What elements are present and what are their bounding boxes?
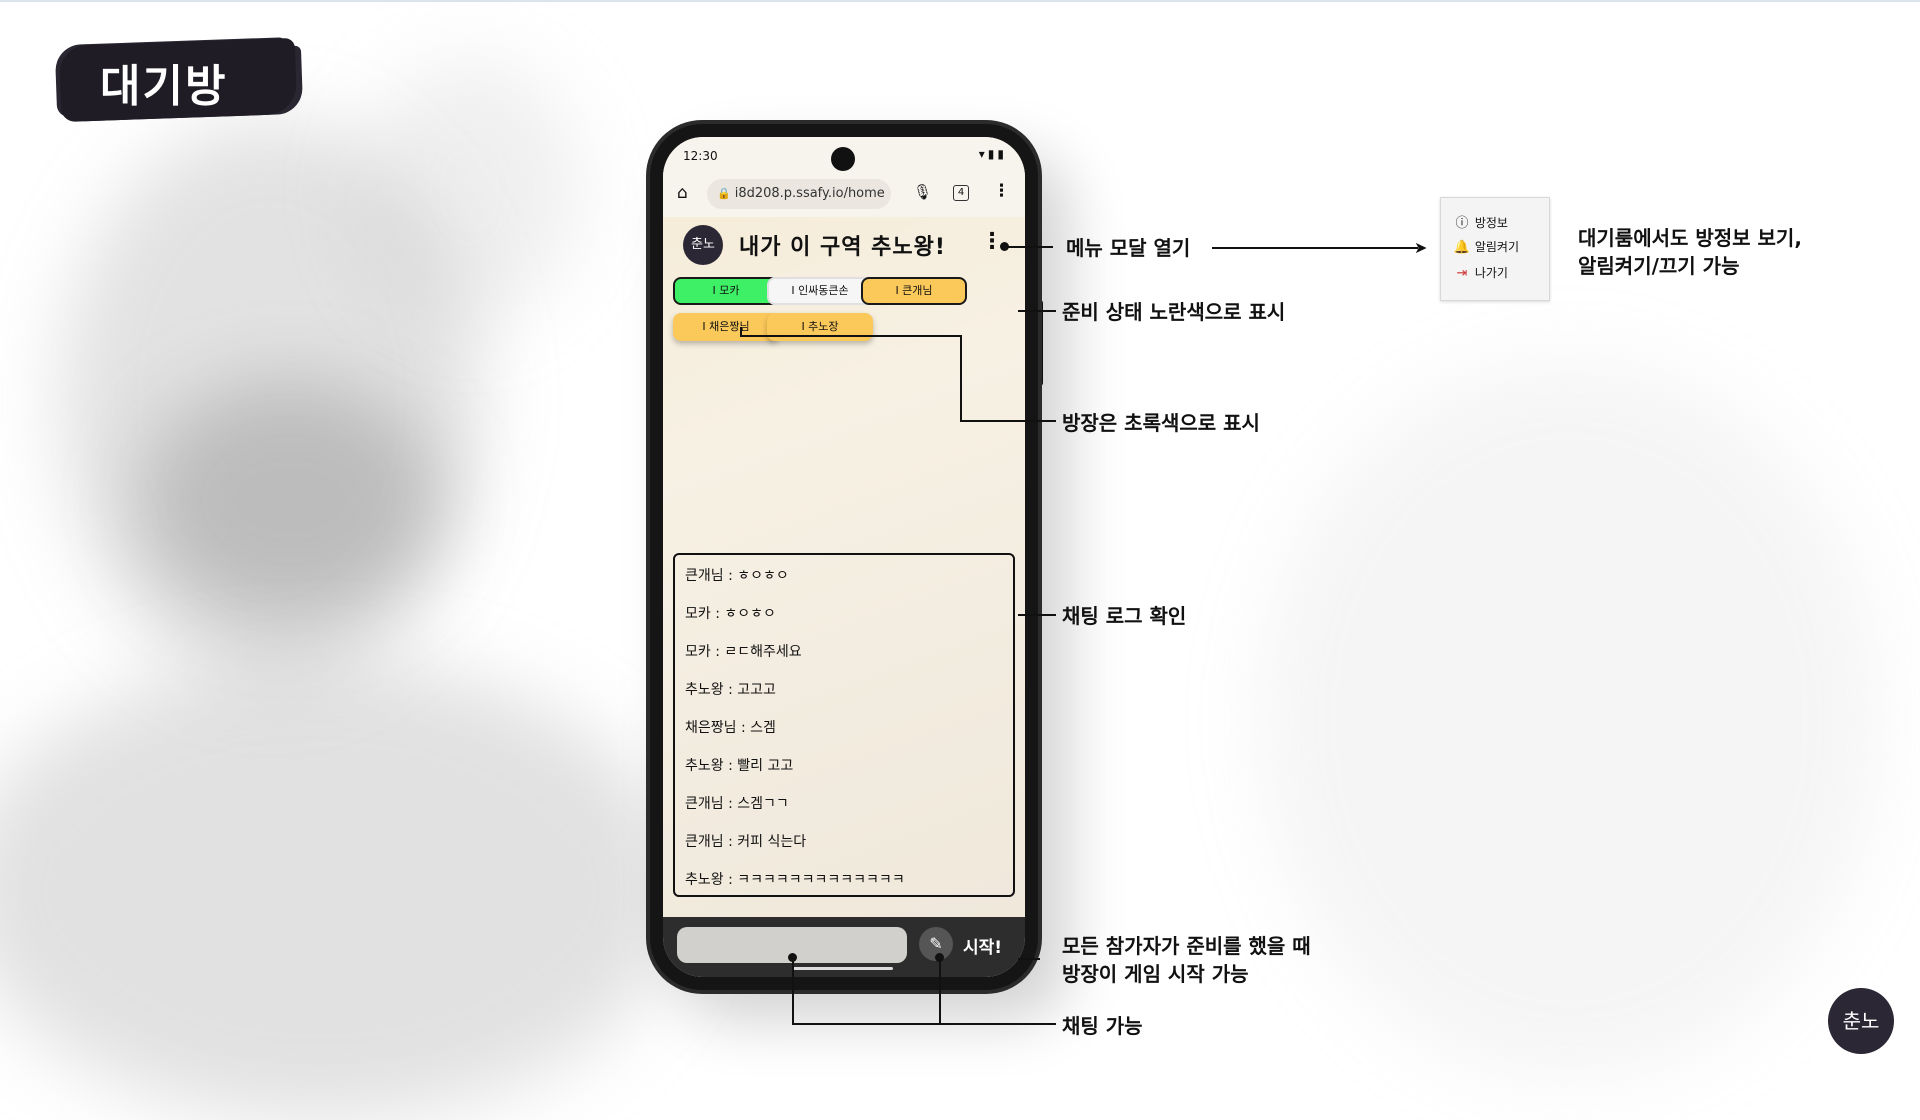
menu-modal-preview: ⓘ 방정보 🔔 알림켜기 ⇥ 나가기	[1440, 197, 1550, 301]
page-title: 대기방	[100, 61, 228, 112]
callout-arrow-line	[1212, 247, 1418, 249]
menu-icon[interactable]: ⋮	[981, 227, 1003, 257]
player-slot-host: I 모카	[673, 277, 779, 305]
lock-icon: 🔒	[717, 187, 731, 200]
microphone-icon[interactable]: 🎙	[913, 183, 932, 201]
annotation-ready: 준비 상태 노란색으로 표시	[1062, 300, 1286, 324]
ink-smoke	[140, 380, 440, 620]
url-field[interactable]: 🔒 i8d208.p.ssafy.io/home	[707, 179, 891, 209]
menu-item-label: 알림켜기	[1474, 240, 1519, 254]
info-icon: ⓘ	[1455, 216, 1469, 231]
menu-item-room-info[interactable]: ⓘ 방정보	[1453, 212, 1508, 231]
tab-count-button[interactable]: 4	[953, 185, 969, 201]
chat-message: 큰개님 : 커피 식는다	[685, 834, 807, 850]
chat-message: 큰개님 : ㅎㅇㅎㅇ	[685, 568, 789, 584]
callout-line	[792, 1023, 1056, 1025]
annotation-host: 방장은 초록색으로 표시	[1062, 411, 1260, 435]
callout-line	[1018, 614, 1056, 616]
callout-line	[960, 420, 1056, 422]
callout-line	[792, 958, 794, 1024]
waiting-room: 춘노 내가 이 구역 추노왕! ⋮ I 모카 I 인싸동큰손 I 큰개님 I 채…	[663, 217, 1025, 917]
callout-line	[1018, 310, 1056, 312]
chat-message: 채은짱님 : 스겜	[685, 720, 776, 736]
phone-screen: 12:30 ▾▮▮ ⌂ 🔒 i8d208.p.ssafy.io/home 🎙 4 …	[663, 137, 1025, 977]
ink-smoke	[360, 60, 580, 320]
menu-item-notifications[interactable]: 🔔 알림켜기	[1453, 238, 1519, 255]
start-button[interactable]: 시작!	[963, 933, 1002, 958]
annotation-start: 방장이 게임 시작 가능	[1062, 962, 1249, 986]
home-indicator	[793, 967, 893, 970]
callout-line	[1005, 246, 1053, 248]
browser-more-icon[interactable]: ⋮	[993, 181, 1010, 201]
url-text: i8d208.p.ssafy.io/home	[734, 186, 885, 201]
chat-message: 큰개님 : 스겜ㄱㄱ	[685, 796, 789, 812]
status-icons: ▾▮▮	[978, 147, 1007, 161]
menu-item-label: 나가기	[1474, 266, 1508, 280]
menu-item-leave[interactable]: ⇥ 나가기	[1453, 264, 1508, 281]
arrow-right-icon: ➤	[1414, 238, 1428, 257]
room-title: 내가 이 구역 추노왕!	[739, 235, 946, 260]
status-time: 12:30	[683, 149, 718, 163]
annotation-start: 모든 참가자가 준비를 했을 때	[1062, 934, 1311, 958]
exit-icon: ⇥	[1456, 266, 1468, 281]
annotation-chat: 채팅 가능	[1062, 1014, 1143, 1038]
chat-message: 추노왕 : 고고고	[685, 682, 776, 698]
player-slot-ready: I 큰개님	[861, 277, 967, 305]
brand-logo: 춘노	[1828, 988, 1894, 1054]
menu-item-label: 방정보	[1474, 216, 1508, 230]
callout-line	[939, 958, 941, 1024]
annotation-menu-desc: 알림켜기/끄기 가능	[1578, 254, 1740, 278]
annotation-chat-log: 채팅 로그 확인	[1062, 604, 1187, 628]
top-border	[0, 0, 1920, 2]
chat-log[interactable]: 큰개님 : ㅎㅇㅎㅇ 모카 : ㅎㅇㅎㅇ 모카 : ㄹㄷ해주세요 추노왕 : 고…	[673, 553, 1015, 897]
app-logo: 춘노	[683, 225, 723, 265]
chat-message: 추노왕 : 빨리 고고	[685, 758, 794, 774]
callout-line	[740, 335, 962, 337]
callout-line	[960, 335, 962, 421]
browser-bar: ⌂ 🔒 i8d208.p.ssafy.io/home 🎙 4 ⋮	[663, 171, 1025, 217]
ink-smoke	[0, 660, 680, 1120]
player-slot: I 인싸동큰손	[767, 277, 873, 305]
annotation-menu-desc: 대기룸에서도 방정보 보기,	[1578, 226, 1802, 250]
status-bar: 12:30 ▾▮▮	[663, 137, 1025, 171]
chat-bar: ✎ 시작!	[663, 917, 1025, 977]
home-icon[interactable]: ⌂	[677, 183, 688, 203]
front-camera	[831, 147, 855, 171]
bell-icon: 🔔	[1453, 240, 1471, 255]
chat-message: 모카 : ㅎㅇㅎㅇ	[685, 606, 776, 622]
chat-message: 추노왕 : ㅋㅋㅋㅋㅋㅋㅋㅋㅋㅋㅋㅋㅋ	[685, 872, 905, 888]
ink-smoke	[1260, 360, 1880, 1080]
annotation-menu: 메뉴 모달 열기	[1066, 236, 1191, 260]
callout-line	[1018, 958, 1040, 960]
chat-message: 모카 : ㄹㄷ해주세요	[685, 644, 802, 660]
